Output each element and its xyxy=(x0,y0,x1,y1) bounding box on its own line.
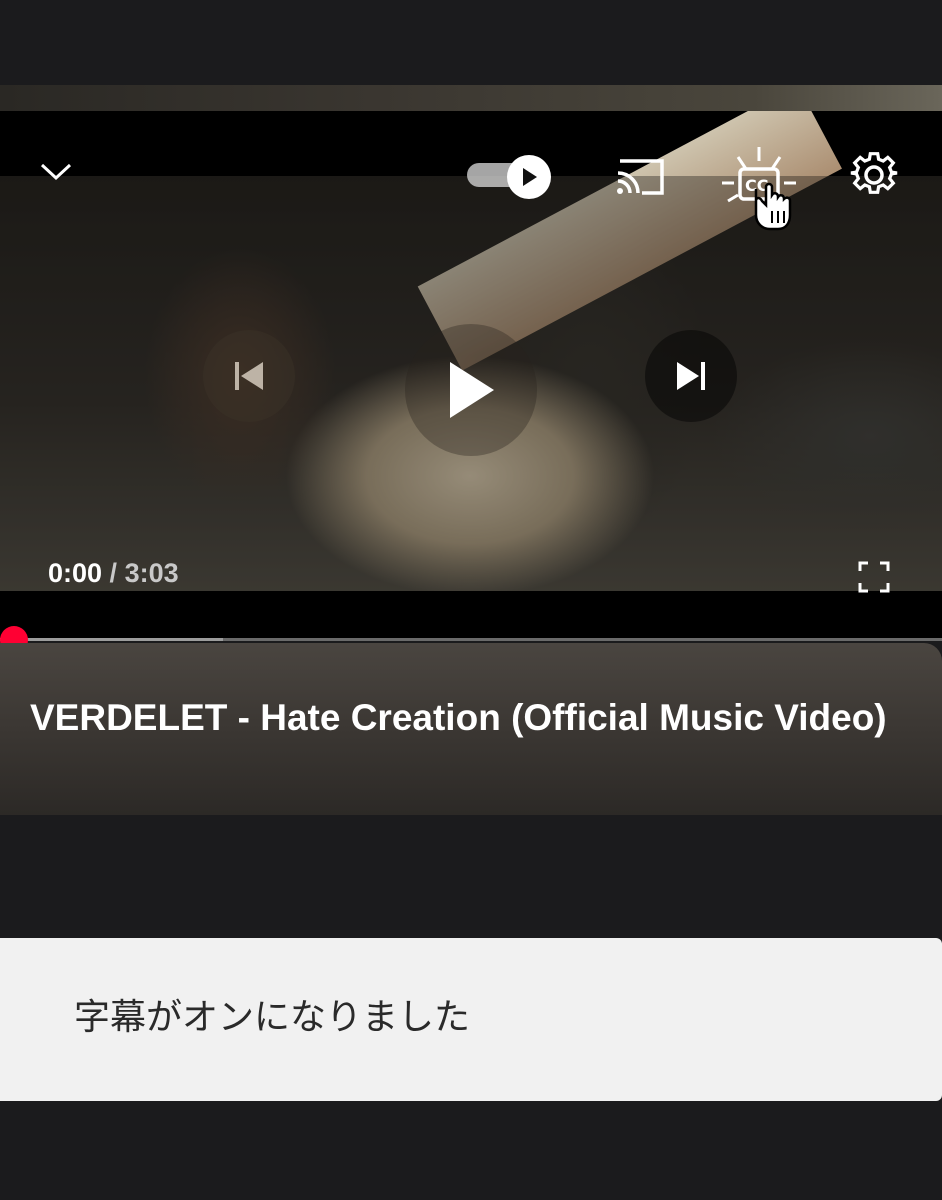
video-title: VERDELET - Hate Creation (Official Music… xyxy=(30,697,887,738)
cast-icon xyxy=(617,159,664,195)
captions-button[interactable]: CC xyxy=(718,139,800,235)
skip-next-icon xyxy=(677,362,705,390)
skip-previous-icon xyxy=(235,362,263,390)
closed-captions-icon: CC xyxy=(722,147,796,231)
toast-message: 字幕がオンになりました xyxy=(74,997,471,1038)
gear-icon xyxy=(850,152,898,194)
video-info-card[interactable]: VERDELET - Hate Creation (Official Music… xyxy=(0,643,942,815)
video-player[interactable]: CC 0:00 / 3:03 xyxy=(0,111,942,641)
previous-button[interactable] xyxy=(203,330,295,422)
fullscreen-button[interactable] xyxy=(852,555,896,599)
collapse-button[interactable] xyxy=(36,151,76,191)
buffered-bar xyxy=(0,638,224,641)
autoplay-toggle[interactable] xyxy=(467,155,557,199)
fullscreen-icon xyxy=(858,561,890,593)
duration: 3:03 xyxy=(124,558,179,588)
autoplay-toggle-icon xyxy=(523,168,537,186)
cast-button[interactable] xyxy=(612,151,668,201)
playback-time: 0:00 / 3:03 xyxy=(48,558,179,589)
play-icon xyxy=(450,362,494,418)
current-time: 0:00 xyxy=(48,558,103,588)
settings-button[interactable] xyxy=(846,147,902,203)
video-frame-strip xyxy=(0,85,942,111)
time-separator: / xyxy=(102,558,125,588)
chevron-down-icon xyxy=(40,163,72,181)
captions-toast: 字幕がオンになりました xyxy=(0,938,942,1101)
play-button[interactable] xyxy=(405,324,537,456)
autoplay-knob xyxy=(507,155,551,199)
next-button[interactable] xyxy=(645,330,737,422)
